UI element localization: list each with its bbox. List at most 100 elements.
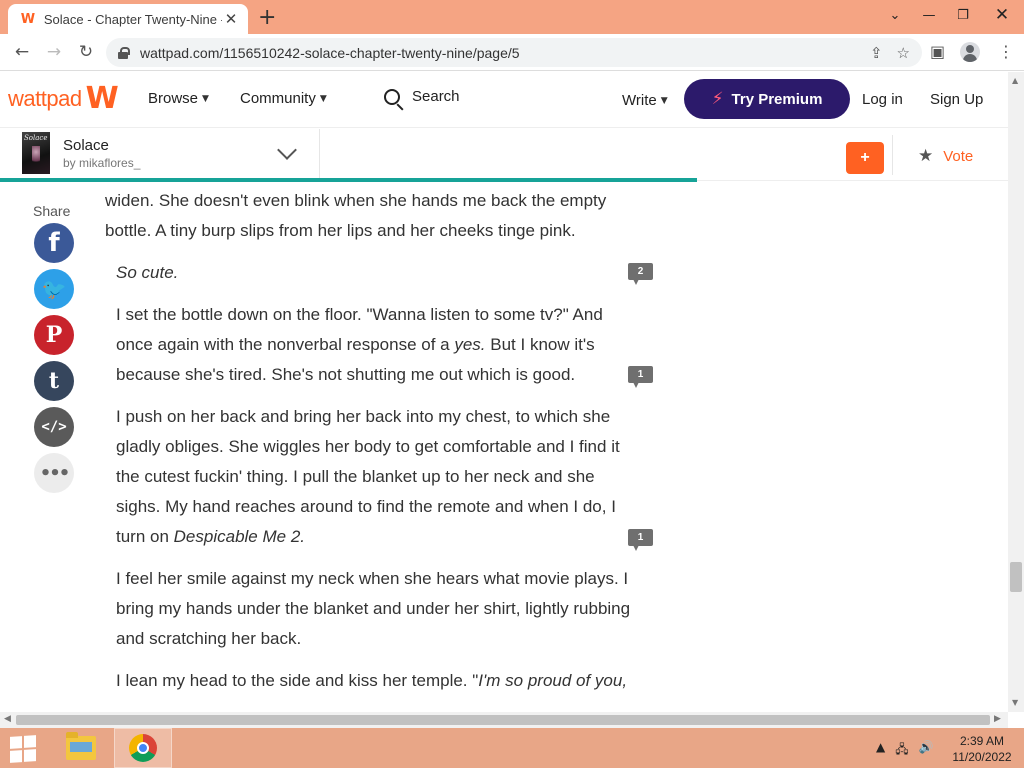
paragraph: I lean my head to the side and kiss her … [105,666,635,696]
tab-close-icon[interactable]: ✕ [222,10,240,28]
twitter-share-button[interactable]: 🐦 [34,269,74,309]
community-menu[interactable]: Community ▼ [240,90,327,107]
volume-icon[interactable]: 🔊 [919,740,934,761]
browse-menu[interactable]: Browse ▼ [148,90,209,107]
reading-progress-bar [0,178,1010,182]
wattpad-favicon-icon: W [20,11,36,27]
story-title[interactable]: Solace [63,137,109,154]
cover-title: Solace [24,134,48,142]
bookmark-star-icon[interactable]: ☆ [897,44,910,62]
network-icon[interactable]: 🖧 [895,740,908,761]
url-text: wattpad.com/1156510242-solace-chapter-tw… [140,44,520,61]
tray-expand-icon[interactable]: ▲ [876,740,885,761]
embed-code-icon: </> [41,419,67,435]
share-label: Share [33,203,71,219]
write-label: Write [622,92,657,109]
lightning-icon: ⚡ [711,89,724,109]
reload-icon[interactable]: ↻ [74,40,98,64]
scroll-down-icon[interactable]: ▼ [1012,698,1018,707]
folder-icon [66,732,96,760]
caret-down-icon: ▼ [202,93,209,104]
omnibox-actions: ⇪ ☆ [870,44,910,62]
logo-text: wattpad [8,86,82,111]
wattpad-w-icon: W [85,81,119,116]
close-window-button[interactable]: ✕ [980,0,1024,30]
maximize-button[interactable]: ❐ [946,0,980,30]
search-icon [384,88,400,105]
windows-start-icon[interactable] [10,735,36,763]
tumblr-icon: t [48,368,60,394]
story-author[interactable]: by mikaflores_ [63,156,140,170]
inline-comment-button[interactable]: 1 [628,529,653,551]
plus-icon: + [860,149,870,166]
wattpad-logo[interactable]: wattpad W [8,81,119,116]
inline-comment-button[interactable]: 1 [628,366,653,388]
paragraph-text: I push on her back and bring her back in… [116,407,620,546]
community-label: Community [240,90,316,107]
embed-share-button[interactable]: </> [34,407,74,447]
paragraph: So cute. [105,258,635,288]
new-tab-button[interactable]: + [258,5,276,30]
caret-down-icon: ▼ [660,95,668,106]
facebook-share-button[interactable]: f [34,223,74,263]
profile-avatar-icon[interactable] [960,42,980,62]
star-icon: ★ [918,146,934,166]
paragraph: I set the bottle down on the floor. "Wan… [105,300,635,390]
chevron-down-icon[interactable] [277,140,297,160]
tab-title: Solace - Chapter Twenty-Nine - [43,11,223,27]
side-panel-icon[interactable]: ▣ [930,42,945,61]
browser-tab[interactable]: W Solace - Chapter Twenty-Nine - ✕ [8,4,248,34]
site-header: wattpad W Browse ▼ Community ▼ Search Wr… [0,72,1010,128]
paragraph: I push on her back and bring her back in… [105,402,635,552]
browser-toolbar: ← → ↻ wattpad.com/1156510242-solace-chap… [0,34,1024,71]
scroll-left-icon[interactable]: ◀ [4,714,11,724]
system-tray: ▲ 🖧 🔊 [876,740,934,761]
chapter-text: widen. She doesn't even blink when she h… [105,186,635,708]
file-explorer-button[interactable] [52,728,110,768]
divider [319,129,320,181]
chrome-taskbar-button[interactable] [114,728,172,768]
login-link[interactable]: Log in [862,91,903,108]
vertical-scroll-thumb[interactable] [1010,562,1022,592]
vertical-scrollbar[interactable]: ▲ ▼ [1008,72,1024,712]
clock-date: 11/20/2022 [952,750,1012,764]
story-cover-image[interactable]: Solace [22,132,50,174]
scroll-up-icon[interactable]: ▲ [1012,76,1018,85]
signup-link[interactable]: Sign Up [930,91,983,108]
caret-down-icon: ▼ [319,93,327,104]
pinterest-share-button[interactable]: P [34,315,74,355]
system-clock[interactable]: 2:39 AM 11/20/2022 [950,733,1014,765]
facebook-icon: f [48,228,60,258]
inline-comment-button[interactable]: 2 [628,263,653,285]
back-arrow-icon[interactable]: ← [10,40,34,64]
italic-text: I'm so proud of you, [478,671,628,690]
tumblr-share-button[interactable]: t [34,361,74,401]
more-share-button[interactable]: ••• [34,453,74,493]
vote-button[interactable]: ★ Vote [918,146,973,166]
horizontal-scroll-thumb[interactable] [16,715,990,725]
clock-time: 2:39 AM [959,734,1005,748]
add-to-library-button[interactable]: + [846,142,884,174]
paragraph: widen. She doesn't even blink when she h… [105,191,607,240]
address-bar[interactable]: wattpad.com/1156510242-solace-chapter-tw… [106,38,922,67]
write-menu[interactable]: Write ▼ [622,92,668,109]
comment-count: 1 [637,369,644,380]
scroll-right-icon[interactable]: ▶ [994,714,1001,724]
story-info-bar: Solace Solace by mikaflores_ + ★ Vote [0,129,1010,181]
chrome-icon [129,734,157,762]
horizontal-scrollbar[interactable]: ◀ ▶ [0,712,1008,728]
comment-count: 1 [637,532,644,543]
cover-figure [32,146,40,166]
menu-kebab-icon[interactable]: ⋮ [998,42,1014,61]
lock-icon [118,46,130,59]
browser-tab-strip: W Solace - Chapter Twenty-Nine - ✕ + ⌄ —… [0,0,1024,34]
try-premium-button[interactable]: ⚡ Try Premium [684,79,850,119]
pinterest-icon: P [45,322,63,348]
chevron-down-icon[interactable]: ⌄ [878,0,912,30]
minimize-button[interactable]: — [912,0,946,30]
premium-label: Try Premium [731,90,823,108]
share-page-icon[interactable]: ⇪ [870,44,883,62]
search-button[interactable]: Search [384,88,460,105]
forward-arrow-icon[interactable]: → [42,40,66,64]
browse-label: Browse [148,90,199,107]
